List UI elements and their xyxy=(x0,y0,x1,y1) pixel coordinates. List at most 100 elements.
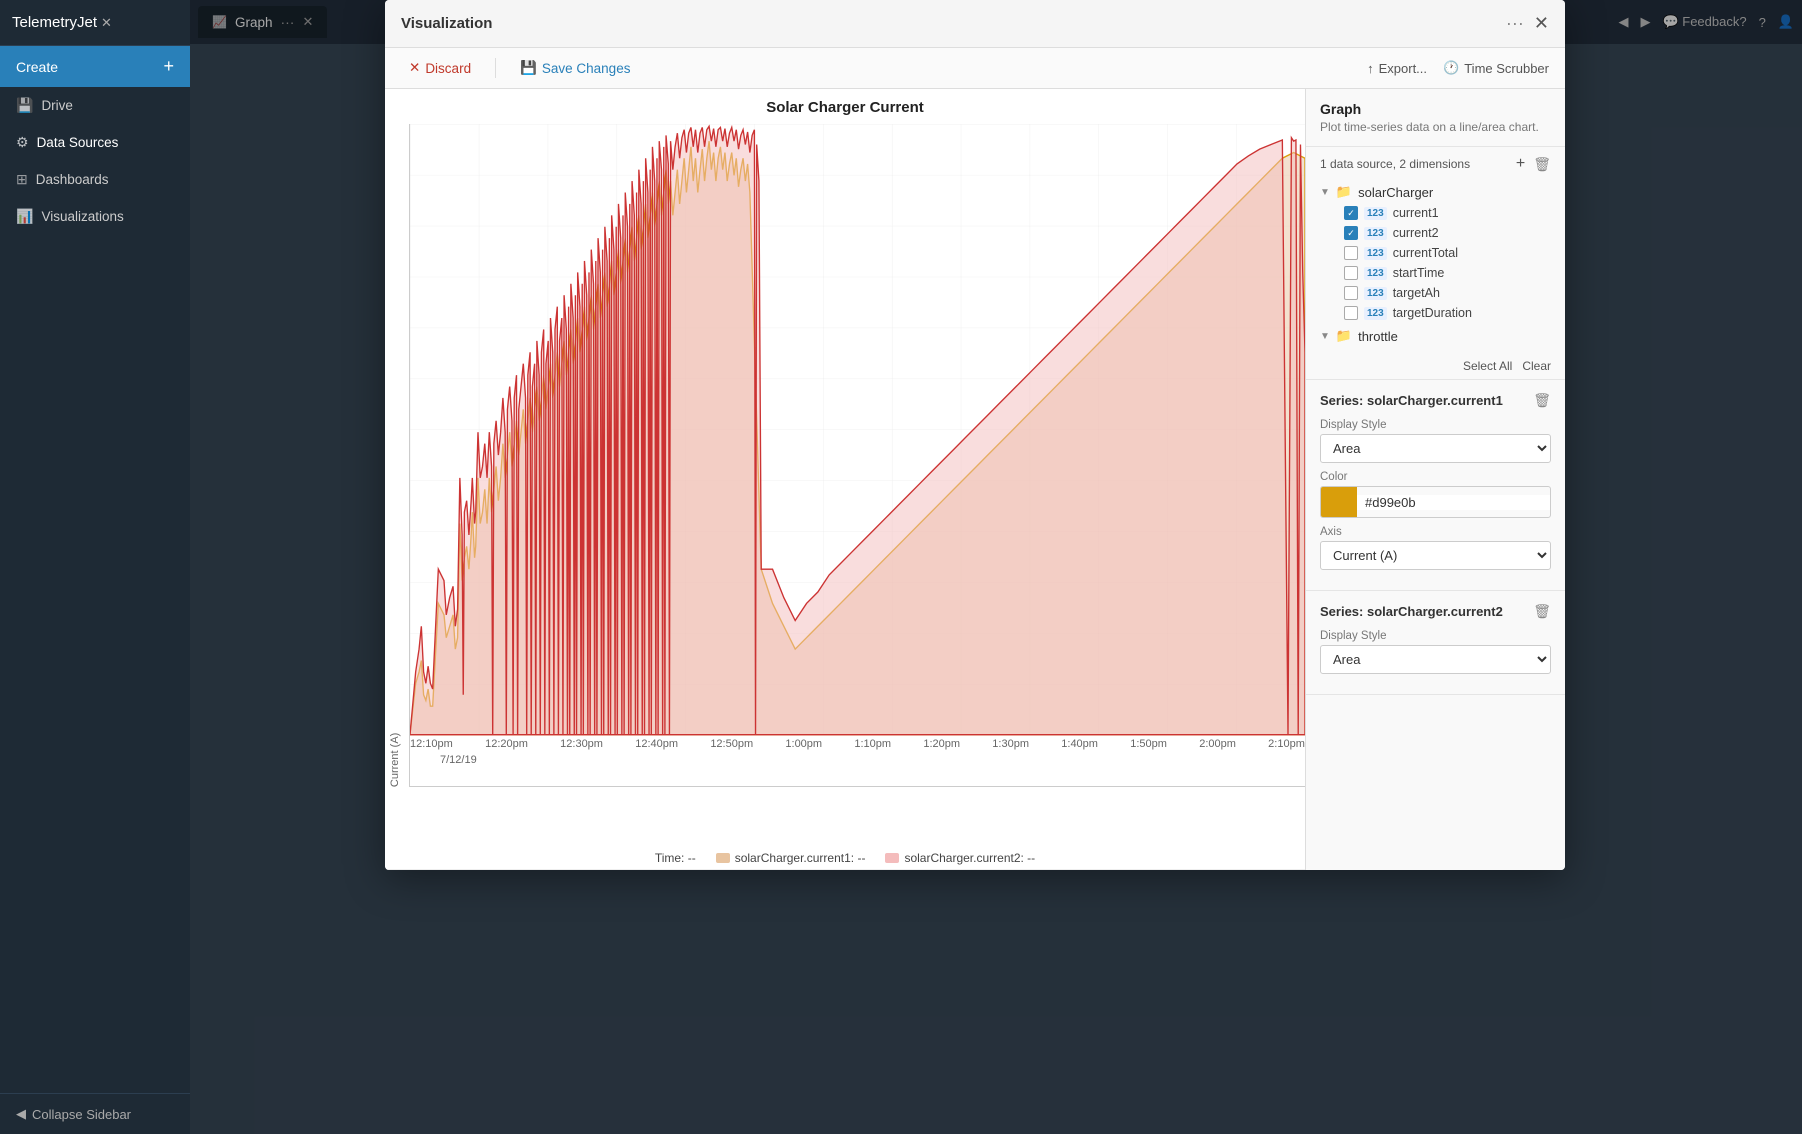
sidebar-item-datasources[interactable]: ⚙ Data Sources xyxy=(0,124,190,161)
dialog-overlay: Visualization ··· ✕ ✕ Discard 💾 Save Cha… xyxy=(190,0,1802,1134)
tree-item-current1: ✓ 123 current1 xyxy=(1320,203,1551,223)
tree-item-current2: ✓ 123 current2 xyxy=(1320,223,1551,243)
clear-button[interactable]: Clear xyxy=(1522,359,1551,373)
datasource-actions: + 🗑 xyxy=(1516,155,1551,173)
sidebar-item-dashboards[interactable]: ⊞ Dashboards xyxy=(0,161,190,198)
series1-color-swatch[interactable] xyxy=(1321,487,1357,517)
chart-title: Solar Charger Current xyxy=(385,99,1305,116)
export-label: Export... xyxy=(1379,61,1427,76)
type-starttime: 123 xyxy=(1364,267,1387,280)
panel-graph-info: Graph Plot time-series data on a line/ar… xyxy=(1306,89,1565,147)
series2-display-label: Display Style xyxy=(1320,630,1551,642)
series1-display-select[interactable]: Area Line Bar xyxy=(1320,434,1551,463)
right-panel: Graph Plot time-series data on a line/ar… xyxy=(1305,89,1565,870)
series1-display-label: Display Style xyxy=(1320,419,1551,431)
series1-header: Series: solarCharger.current1 🗑 xyxy=(1320,392,1551,409)
series2-display-select[interactable]: Area Line Bar xyxy=(1320,645,1551,674)
dialog-header: Visualization ··· ✕ xyxy=(385,0,1565,48)
discard-icon: ✕ xyxy=(409,60,420,76)
folder-icon: 📁 xyxy=(1336,184,1352,200)
toolbar: ✕ Discard 💾 Save Changes ↑ Export... 🕐 T… xyxy=(385,48,1565,89)
series2-header: Series: solarCharger.current2 🗑 xyxy=(1320,603,1551,620)
series2-display-field: Display Style Area Line Bar xyxy=(1320,630,1551,674)
save-button[interactable]: 💾 Save Changes xyxy=(512,56,638,80)
series-panel-1: Series: solarCharger.current1 🗑 Display … xyxy=(1306,380,1565,591)
save-label: Save Changes xyxy=(542,61,631,76)
datasources-icon: ⚙ xyxy=(16,134,29,151)
series2-delete-button[interactable]: 🗑 xyxy=(1533,603,1551,620)
drive-label: Drive xyxy=(41,98,73,113)
label-starttime: startTime xyxy=(1393,266,1551,280)
time-scrubber-button[interactable]: 🕐 Time Scrubber xyxy=(1443,60,1549,76)
legend-current1: solarCharger.current1: -- xyxy=(716,851,866,865)
checkbox-current1[interactable]: ✓ xyxy=(1344,206,1358,220)
label-current2: current2 xyxy=(1393,226,1551,240)
main-area: 📈 Graph ··· ✕ ◀ ▶ 💬 Feedback? ? 👤 Visual… xyxy=(190,0,1802,1134)
export-icon: ↑ xyxy=(1367,61,1374,76)
type-targetduration: 123 xyxy=(1364,307,1387,320)
time-label: Time: -- xyxy=(655,851,696,865)
label-current1: current1 xyxy=(1393,206,1551,220)
series-panel-2: Series: solarCharger.current2 🗑 Display … xyxy=(1306,591,1565,695)
scrubber-icon: 🕐 xyxy=(1443,60,1459,76)
app-name: TelemetryJet xyxy=(12,14,97,31)
tree-group-throttle-header[interactable]: ▼ 📁 throttle xyxy=(1320,325,1551,347)
sidebar-item-visualizations[interactable]: 📊 Visualizations xyxy=(0,198,190,235)
series1-axis-select[interactable]: Current (A) xyxy=(1320,541,1551,570)
series1-color-input[interactable] xyxy=(1357,495,1550,510)
discard-label: Discard xyxy=(425,61,471,76)
chevron-right-icon: ▼ xyxy=(1320,331,1330,342)
collapse-icon: ◀ xyxy=(16,1106,26,1122)
series1-axis-label: Axis xyxy=(1320,526,1551,538)
dialog-more-icon[interactable]: ··· xyxy=(1506,13,1524,34)
datasource-count: 1 data source, 2 dimensions xyxy=(1320,157,1470,171)
checkbox-targetduration[interactable] xyxy=(1344,306,1358,320)
label-targetah: targetAh xyxy=(1393,286,1551,300)
tree-item-starttime: 123 startTime xyxy=(1320,263,1551,283)
legend-current1-swatch xyxy=(716,853,730,863)
tree-item-targetah: 123 targetAh xyxy=(1320,283,1551,303)
discard-button[interactable]: ✕ Discard xyxy=(401,56,479,80)
checkbox-starttime[interactable] xyxy=(1344,266,1358,280)
dashboards-icon: ⊞ xyxy=(16,171,28,188)
label-currenttotal: currentTotal xyxy=(1393,246,1551,260)
tree-footer: Select All Clear xyxy=(1306,353,1565,380)
create-plus-icon: + xyxy=(163,56,174,77)
panel-graph-desc: Plot time-series data on a line/area cha… xyxy=(1320,120,1551,134)
sidebar: TelemetryJet ✕ Create + 💾 Drive ⚙ Data S… xyxy=(0,0,190,1134)
visualizations-icon: 📊 xyxy=(16,208,33,225)
create-button[interactable]: Create + xyxy=(0,46,190,87)
legend-current2-label: solarCharger.current2: -- xyxy=(904,851,1035,865)
view-mode-bar: View Mode: Stretch Fit 🔄 xyxy=(385,869,1305,870)
series1-delete-button[interactable]: 🗑 xyxy=(1533,392,1551,409)
legend-current2: solarCharger.current2: -- xyxy=(885,851,1035,865)
series2-title: Series: solarCharger.current2 xyxy=(1320,604,1503,619)
tree-group-solarcharger: ▼ 📁 solarCharger ✓ 123 current1 ✓ xyxy=(1320,181,1551,323)
export-button[interactable]: ↑ Export... xyxy=(1367,61,1427,76)
add-datasource-button[interactable]: + xyxy=(1516,155,1525,173)
collapse-sidebar-button[interactable]: ◀ Collapse Sidebar xyxy=(0,1093,190,1134)
series1-axis-field: Axis Current (A) xyxy=(1320,526,1551,570)
checkbox-targetah[interactable] xyxy=(1344,286,1358,300)
label-targetduration: targetDuration xyxy=(1393,306,1551,320)
sidebar-item-drive[interactable]: 💾 Drive xyxy=(0,87,190,124)
chart-wrapper: Current (A) xyxy=(385,124,1305,847)
series1-color-picker[interactable] xyxy=(1320,486,1551,518)
type-current1: 123 xyxy=(1364,207,1387,220)
checkbox-current2[interactable]: ✓ xyxy=(1344,226,1358,240)
dialog-close-button[interactable]: ✕ xyxy=(1534,13,1549,34)
visualization-dialog: Visualization ··· ✕ ✕ Discard 💾 Save Cha… xyxy=(385,0,1565,870)
tree-group-throttle-label: throttle xyxy=(1358,329,1398,344)
chart-legend: Time: -- solarCharger.current1: -- solar… xyxy=(385,847,1305,869)
chart-canvas: 0 0.2 0.4 0.6 0.8 1 1.2 1.4 1.6 1.8 2 xyxy=(409,124,1305,787)
tree-group-solarcharger-header[interactable]: ▼ 📁 solarCharger xyxy=(1320,181,1551,203)
tree-group-solarcharger-label: solarCharger xyxy=(1358,185,1433,200)
delete-datasource-button[interactable]: 🗑 xyxy=(1533,156,1551,173)
checkbox-currenttotal[interactable] xyxy=(1344,246,1358,260)
series1-color-field: Color xyxy=(1320,471,1551,518)
create-label: Create xyxy=(16,59,58,75)
toolbar-right: ↑ Export... 🕐 Time Scrubber xyxy=(1367,60,1549,76)
type-current2: 123 xyxy=(1364,227,1387,240)
select-all-button[interactable]: Select All xyxy=(1463,359,1512,373)
tree-item-currenttotal: 123 currentTotal xyxy=(1320,243,1551,263)
